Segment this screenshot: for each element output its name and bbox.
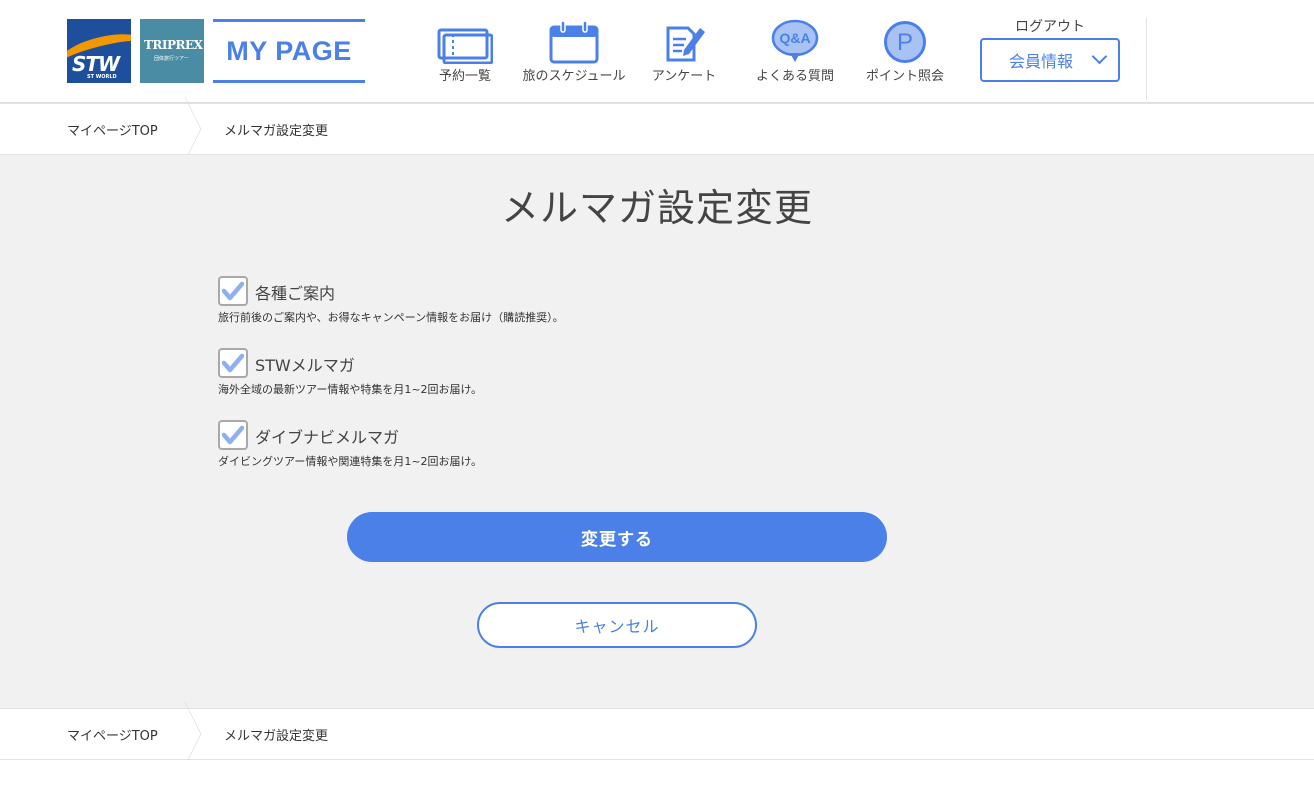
- chevron-down-icon: [1091, 48, 1108, 65]
- triprex-logo[interactable]: TRIPREX 団体旅行ツアー: [140, 19, 204, 83]
- nav-reservations[interactable]: 予約一覧: [428, 20, 502, 84]
- logout-link[interactable]: ログアウト: [1000, 16, 1100, 36]
- stw-newsletter-label: STWメルマガ: [255, 356, 355, 375]
- header-divider: [1146, 18, 1147, 100]
- stw-logo[interactable]: STW ST WORLD: [67, 19, 131, 83]
- ticket-icon: [428, 20, 502, 64]
- svg-text:P: P: [897, 29, 913, 56]
- nav-points[interactable]: P ポイント照会: [858, 20, 952, 84]
- nav-points-label: ポイント照会: [865, 69, 944, 84]
- triprex-logo-subtext: 団体旅行ツアー: [154, 56, 189, 62]
- breadcrumb-home-link[interactable]: マイページTOP: [67, 120, 158, 139]
- member-info-dropdown[interactable]: 会員情報: [980, 38, 1120, 82]
- member-info-label: 会員情報: [1009, 52, 1074, 71]
- triprex-logo-text: TRIPREX: [144, 38, 203, 52]
- qa-bubble-icon: Q&A: [748, 19, 842, 64]
- breadcrumb-current: メルマガ設定変更: [224, 124, 329, 139]
- checkmark-icon: [222, 281, 244, 301]
- checkmark-icon: [222, 425, 244, 445]
- stw-logo-text: STW: [72, 52, 120, 76]
- mypage-title[interactable]: MY PAGE: [213, 19, 365, 83]
- nav-schedule-label: 旅のスケジュール: [522, 69, 626, 84]
- nav-faq[interactable]: Q&A よくある質問: [748, 19, 842, 84]
- divenavi-newsletter-label: ダイブナビメルマガ: [255, 428, 400, 447]
- submit-change-button[interactable]: 変更する: [347, 512, 887, 562]
- breadcrumb: マイページTOP メルマガ設定変更: [0, 96, 1314, 162]
- footer-breadcrumb-home-link[interactable]: マイページTOP: [67, 725, 158, 744]
- stw-newsletter-checkbox[interactable]: [218, 348, 248, 378]
- footer: [0, 760, 1314, 791]
- footer-breadcrumb: マイページTOP メルマガ設定変更: [0, 701, 1314, 767]
- divenavi-newsletter-description: ダイビングツアー情報や関連特集を月1~2回お届け。: [218, 455, 483, 468]
- footer-breadcrumb-current: メルマガ設定変更: [224, 729, 329, 744]
- footer-breadcrumb-separator-icon: [168, 701, 202, 767]
- stw-logo-subtext: ST WORLD: [87, 74, 117, 80]
- survey-pencil-icon: [646, 20, 722, 64]
- point-coin-icon: P: [858, 20, 952, 64]
- nav-survey[interactable]: アンケート: [646, 20, 722, 84]
- general-info-checkbox[interactable]: [218, 276, 248, 306]
- divenavi-newsletter-checkbox[interactable]: [218, 420, 248, 450]
- general-info-label: 各種ご案内: [255, 284, 336, 303]
- breadcrumb-separator-icon: [168, 96, 202, 162]
- svg-text:Q&A: Q&A: [779, 30, 810, 46]
- checkmark-icon: [222, 353, 244, 373]
- main-content: メルマガ設定変更 各種ご案内 旅行前後のご案内や、お得なキャンペーン情報をお届け…: [0, 155, 1314, 708]
- nav-schedule[interactable]: 旅のスケジュール: [522, 20, 626, 84]
- nav-reservations-label: 予約一覧: [438, 69, 491, 84]
- cancel-button[interactable]: キャンセル: [477, 602, 757, 648]
- calendar-icon: [522, 20, 626, 64]
- header: STW ST WORLD TRIPREX 団体旅行ツアー MY PAGE 予約一…: [0, 0, 1314, 103]
- general-info-description: 旅行前後のご案内や、お得なキャンペーン情報をお届け（購読推奨）。: [218, 311, 564, 324]
- page-title: メルマガ設定変更: [500, 186, 813, 230]
- nav-faq-label: よくある質問: [755, 69, 834, 84]
- nav-survey-label: アンケート: [651, 69, 717, 84]
- stw-newsletter-description: 海外全域の最新ツアー情報や特集を月1~2回お届け。: [218, 383, 483, 396]
